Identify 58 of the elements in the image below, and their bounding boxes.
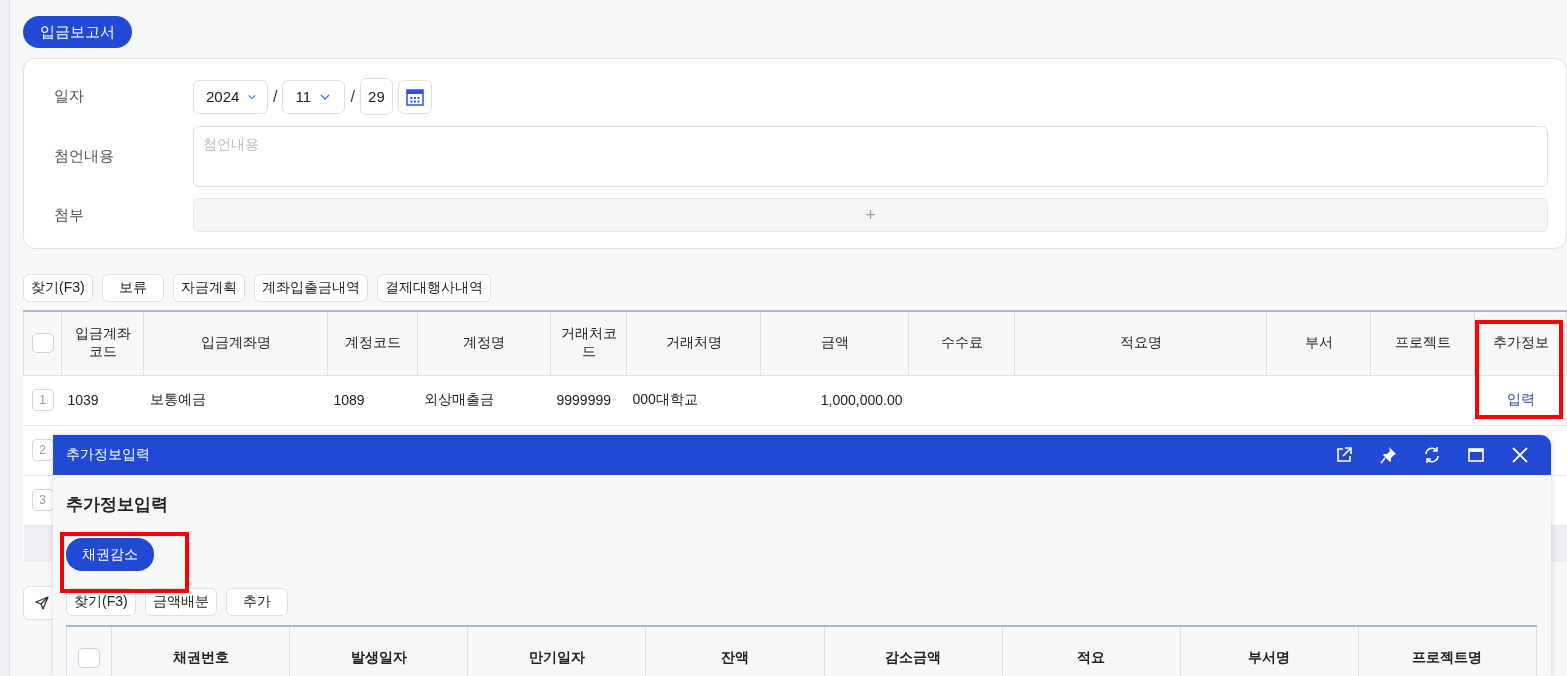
toolbar-button[interactable]: 찾기(F3) <box>23 274 93 302</box>
date-separator: / <box>350 87 355 106</box>
month-select[interactable]: 11 <box>282 79 346 114</box>
table-cell: 1039 <box>67 392 99 408</box>
column-header: 적요 <box>1002 626 1181 676</box>
calendar-button[interactable] <box>397 79 432 114</box>
column-header: 만기일자 <box>467 626 646 676</box>
table-cell: 9999999 <box>556 392 611 408</box>
column-header: 채권번호 <box>111 626 290 676</box>
input-link[interactable]: 입력 <box>1506 391 1535 407</box>
row-number: 1 <box>31 389 54 411</box>
toolbar-button[interactable]: 보류 <box>101 274 164 302</box>
column-header: 부서명 <box>1180 626 1359 676</box>
field-label: 첨언내용 <box>54 147 115 166</box>
popup-title: 추가정보입력 <box>66 446 150 464</box>
toolbar-button[interactable]: 계좌입출금내역 <box>253 274 368 302</box>
toolbar-button[interactable]: 결제대행사내역 <box>376 274 491 302</box>
column-header: 발생일자 <box>289 626 468 676</box>
column-header: 입금계좌명 <box>143 311 328 375</box>
toolbar-button[interactable]: 금액배분 <box>144 588 217 616</box>
column-header: 거래처명 <box>626 311 761 375</box>
column-header: 수수료 <box>908 311 1015 375</box>
day-field[interactable]: 29 <box>359 78 393 115</box>
toolbar-button[interactable]: 추가 <box>225 588 288 616</box>
year-select[interactable]: 2024 <box>193 79 268 114</box>
column-header: 계정명 <box>417 311 551 375</box>
select-all-checkbox[interactable] <box>78 648 100 669</box>
column-header: 입금계좌코드 <box>61 311 144 375</box>
popup-heading: 추가정보입력 <box>66 494 168 516</box>
column-header: 거래처코드 <box>550 311 627 375</box>
report-tab-button[interactable]: 입금보고서 <box>23 16 132 48</box>
toolbar-button[interactable]: 자금계획 <box>172 274 245 302</box>
bond-decrease-tab-button[interactable]: 채권감소 <box>66 538 154 571</box>
date-separator: / <box>273 87 278 106</box>
column-header: 잔액 <box>645 626 824 676</box>
field-label: 첨부 <box>54 205 85 225</box>
paper-plane-icon <box>35 596 49 610</box>
column-header: 감소금액 <box>824 626 1003 676</box>
column-header: 프로젝트 <box>1370 311 1475 375</box>
table-cell: 000대학교 <box>632 391 698 407</box>
field-label: 일자 <box>54 87 85 106</box>
table-cell: 보통예금 <box>149 391 206 407</box>
table-cell: 1,000,000.00 <box>820 392 903 408</box>
table-cell: 1089 <box>333 392 365 408</box>
select-all-checkbox[interactable] <box>31 333 54 354</box>
close-icon[interactable] <box>1511 446 1529 464</box>
pin-icon[interactable] <box>1379 446 1397 464</box>
column-header: 계정코드 <box>327 311 418 375</box>
table-cell: 외상매출금 <box>423 391 494 407</box>
memo-field[interactable]: 첨언내용 <box>193 126 1548 187</box>
column-header: 부서 <box>1266 311 1371 375</box>
column-header: 금액 <box>760 311 909 375</box>
external-link-icon[interactable] <box>1335 446 1353 464</box>
maximize-icon[interactable] <box>1467 446 1485 464</box>
column-header: 프로젝트명 <box>1358 626 1537 676</box>
calendar-icon <box>405 87 424 106</box>
refresh-icon[interactable] <box>1423 446 1441 464</box>
column-header: 적요명 <box>1014 311 1267 375</box>
